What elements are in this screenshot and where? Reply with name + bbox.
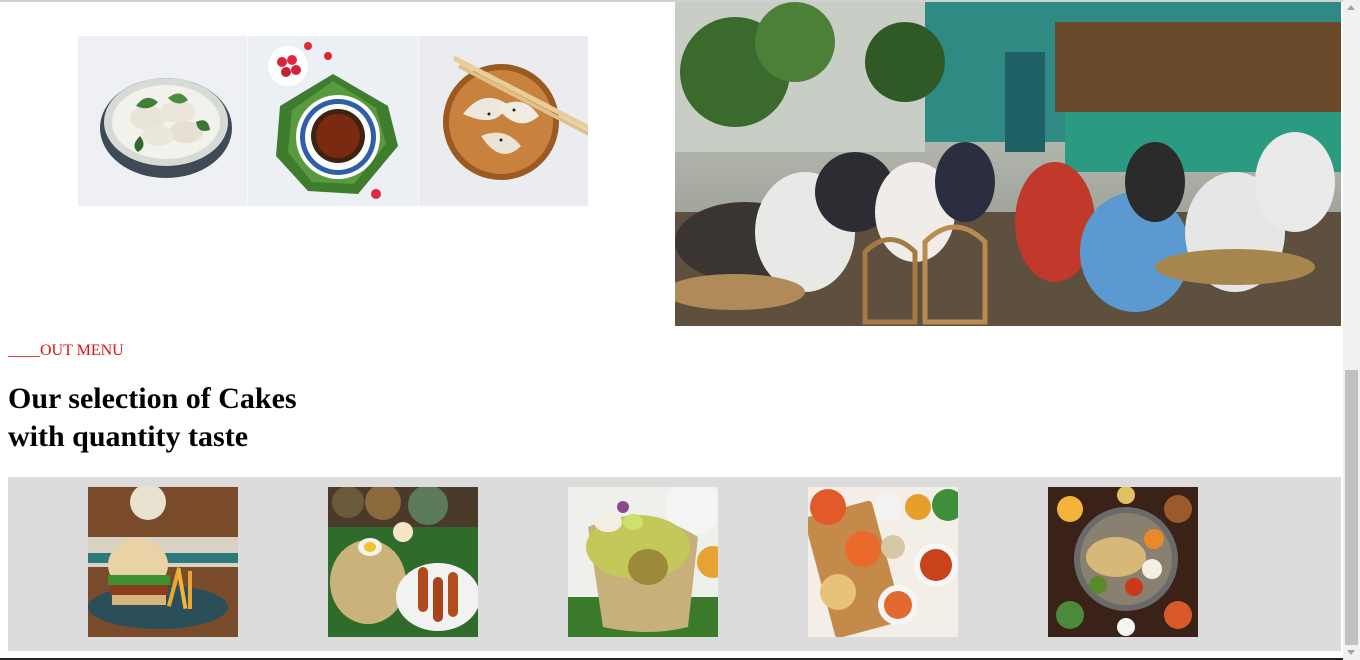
food-image-strip — [78, 36, 588, 206]
scroll-down-arrow-icon[interactable] — [1347, 650, 1355, 655]
vertical-scrollbar[interactable] — [1343, 0, 1360, 660]
heading-line-1: Our selection of Cakes — [8, 382, 297, 415]
scroll-up-arrow-icon[interactable] — [1347, 5, 1355, 10]
scrollbar-thumb[interactable] — [1345, 370, 1358, 645]
dishes-spread-image — [808, 487, 958, 637]
heading-line-2: with quantity taste — [8, 420, 249, 453]
tea-cup-image — [247, 36, 418, 206]
thali-platter-image — [1048, 487, 1198, 637]
burger-image — [88, 487, 238, 637]
biryani-plate-image — [328, 487, 478, 637]
dumplings-plate-image — [417, 36, 588, 206]
restaurant-interior-image — [675, 2, 1341, 326]
biryani-wrap-image — [568, 487, 718, 637]
dumplings-bowl-image — [78, 36, 248, 206]
section-heading: Our selection of Cakes with quantity tas… — [8, 380, 297, 456]
dish-gallery — [8, 477, 1341, 651]
section-eyebrow: ____OUT MENU — [8, 342, 124, 359]
